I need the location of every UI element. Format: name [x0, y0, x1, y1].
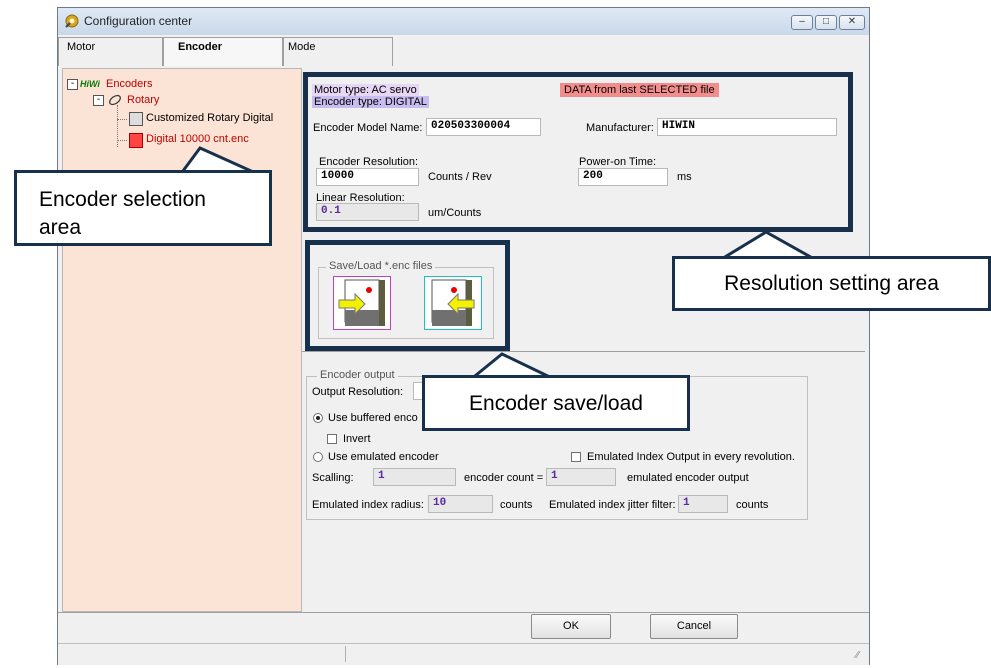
- tree-rotary-label: Rotary: [127, 94, 160, 106]
- divider: [58, 612, 869, 613]
- close-icon[interactable]: ✕: [839, 15, 865, 30]
- saveload-highlight-box: [305, 240, 510, 351]
- invert-label: Invert: [343, 433, 371, 445]
- jitter-filter-label: Emulated index jitter filter:: [549, 499, 676, 511]
- resolution-highlight-box: [303, 72, 853, 232]
- status-bar: [58, 643, 869, 665]
- jitter-filter-unit: counts: [736, 499, 769, 511]
- selection-callout-line2: area: [39, 216, 82, 239]
- hiwin-logo: HiWi: [80, 79, 100, 89]
- file-icon: [129, 112, 143, 126]
- enc-file-icon: [129, 133, 143, 148]
- tree-line: [117, 140, 127, 141]
- resize-grip-icon[interactable]: ∕∕: [856, 650, 859, 661]
- tab-motor[interactable]: Motor: [58, 37, 163, 66]
- buffered-encoder-radio[interactable]: [313, 413, 323, 423]
- buffered-encoder-label: Use buffered enco: [328, 412, 418, 424]
- tree-root-label: Encoders: [105, 78, 153, 90]
- tree-item-label: Customized Rotary Digital: [146, 112, 274, 124]
- emulated-index-checkbox[interactable]: [571, 452, 581, 462]
- scalling-field[interactable]: 1: [373, 468, 456, 486]
- jitter-filter-field[interactable]: 1: [678, 495, 728, 513]
- maximize-icon[interactable]: □: [815, 15, 837, 30]
- divider: [302, 351, 865, 352]
- index-radius-unit: counts: [500, 499, 533, 511]
- selection-callout-line1: Encoder selection: [39, 188, 206, 211]
- resolution-callout-text: Resolution setting area: [724, 272, 939, 295]
- window-title: Configuration center: [84, 14, 193, 28]
- index-radius-label: Emulated index radius:: [312, 499, 424, 511]
- emulated-encoder-label: Use emulated encoder: [328, 451, 439, 463]
- scalling-label: Scalling:: [312, 472, 354, 484]
- tab-encoder[interactable]: Encoder: [163, 37, 283, 66]
- ok-button[interactable]: OK: [531, 614, 611, 639]
- status-divider: [345, 646, 346, 662]
- tab-mode[interactable]: Mode: [283, 37, 393, 66]
- emulated-index-label: Emulated Index Output in every revolutio…: [587, 451, 795, 463]
- tree-item-customized[interactable]: Customized Rotary Digital: [129, 112, 274, 126]
- encoder-count-field[interactable]: 1: [546, 468, 616, 486]
- collapse-icon[interactable]: -: [67, 79, 78, 90]
- invert-checkbox[interactable]: [327, 434, 337, 444]
- rotary-encoder-icon: [109, 94, 121, 106]
- tree-root[interactable]: - HiWi Encoders: [67, 78, 152, 90]
- app-gear-icon: [65, 14, 79, 28]
- collapse-icon[interactable]: -: [93, 95, 104, 106]
- output-resolution-label: Output Resolution:: [312, 386, 404, 398]
- tree-rotary[interactable]: - Rotary: [93, 94, 159, 106]
- encoder-count-label: encoder count =: [464, 472, 544, 484]
- resolution-area-callout: Resolution setting area: [672, 256, 991, 311]
- emulated-output-label: emulated encoder output: [627, 472, 749, 484]
- cancel-button[interactable]: Cancel: [650, 614, 738, 639]
- tree-line: [117, 119, 127, 120]
- emulated-encoder-radio[interactable]: [313, 452, 323, 462]
- selection-area-callout: Encoder selection area: [14, 170, 272, 246]
- saveload-callout-text: Encoder save/load: [469, 392, 643, 415]
- index-radius-field[interactable]: 10: [428, 495, 493, 513]
- encoder-output-title: Encoder output: [317, 369, 398, 381]
- saveload-callout: Encoder save/load: [422, 375, 690, 431]
- minimize-icon[interactable]: –: [791, 15, 813, 30]
